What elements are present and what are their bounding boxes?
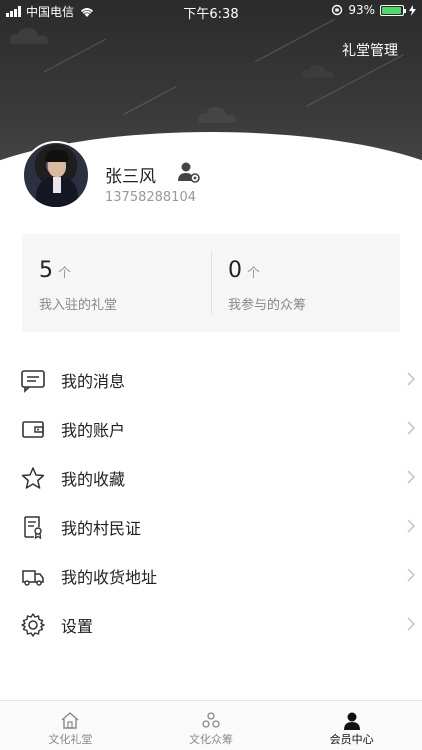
menu-item-favorites[interactable]: 我的收藏	[0, 453, 422, 502]
stat-value: 5	[39, 258, 53, 283]
tab-member-center[interactable]: 会员中心	[281, 701, 422, 750]
stat-unit: 个	[58, 266, 72, 281]
user-settings-icon[interactable]	[177, 160, 201, 184]
menu-item-account[interactable]: 我的账户	[0, 404, 422, 453]
stats-card: 5个 我入驻的礼堂 0个 我参与的众筹	[22, 234, 400, 332]
menu-label: 我的收货地址	[61, 567, 158, 587]
battery-percent: 93%	[348, 3, 375, 17]
tab-label: 会员中心	[329, 733, 374, 746]
cloud-icon	[9, 27, 49, 44]
wallet-icon	[22, 421, 44, 438]
tab-crowdfunding[interactable]: 文化众筹	[141, 701, 282, 750]
menu-item-messages[interactable]: 我的消息	[0, 355, 422, 404]
menu-label: 我的收藏	[61, 469, 126, 489]
menu-label: 我的村民证	[61, 518, 142, 538]
chevron-right-icon	[407, 421, 416, 435]
chevron-right-icon	[407, 568, 416, 582]
decor-streak	[123, 85, 177, 116]
truck-icon	[22, 570, 44, 586]
menu-list: 我的消息 我的账户 我的收藏 我的村民证 我的收货地址 设置	[0, 355, 422, 649]
decor-streak	[255, 18, 335, 63]
gear-icon	[21, 613, 45, 637]
user-name: 张三风	[105, 167, 156, 187]
chevron-right-icon	[407, 372, 416, 386]
stat-unit: 个	[247, 266, 261, 281]
chevron-right-icon	[407, 617, 416, 631]
menu-label: 我的消息	[61, 371, 126, 391]
menu-label: 我的账户	[61, 420, 126, 440]
tab-label: 文化众筹	[189, 733, 233, 746]
status-bar: 中国电信 下午6:38 93%	[0, 0, 422, 22]
member-center-screen: 中国电信 下午6:38 93% 礼堂管理 张三风 13758288104 5 个…	[0, 0, 422, 750]
user-phone: 13758288104	[105, 190, 196, 205]
tab-label: 文化礼堂	[48, 733, 93, 746]
message-icon	[21, 370, 45, 393]
chevron-right-icon	[407, 519, 416, 533]
star-icon	[21, 467, 45, 489]
bottom-tab-bar: 文化礼堂 文化众筹 会员中心	[0, 700, 422, 750]
menu-item-settings[interactable]: 设置	[0, 600, 422, 649]
crowdfund-icon	[202, 712, 220, 728]
certificate-icon	[24, 516, 42, 540]
chevron-right-icon	[407, 470, 416, 484]
stat-label: 我入驻的礼堂	[39, 298, 118, 313]
cloud-icon	[301, 64, 335, 78]
cloud-icon	[197, 106, 237, 123]
tab-culture-hall[interactable]: 文化礼堂	[0, 701, 141, 750]
charging-icon	[409, 4, 416, 16]
stat-joined-halls[interactable]: 5个 我入驻的礼堂	[22, 234, 211, 332]
menu-item-villager-card[interactable]: 我的村民证	[0, 502, 422, 551]
stat-value: 0	[228, 258, 242, 283]
menu-label: 设置	[61, 616, 94, 636]
menu-item-shipping-address[interactable]: 我的收货地址	[0, 551, 422, 600]
battery-icon	[380, 4, 406, 16]
home-icon	[61, 712, 79, 729]
hall-management-link[interactable]: 礼堂管理	[342, 40, 398, 60]
stat-label: 我参与的众筹	[228, 298, 307, 313]
stat-crowdfunding[interactable]: 0个 我参与的众筹	[211, 234, 400, 332]
orientation-lock-icon	[332, 4, 343, 16]
member-icon	[343, 712, 360, 730]
avatar[interactable]	[22, 141, 90, 209]
